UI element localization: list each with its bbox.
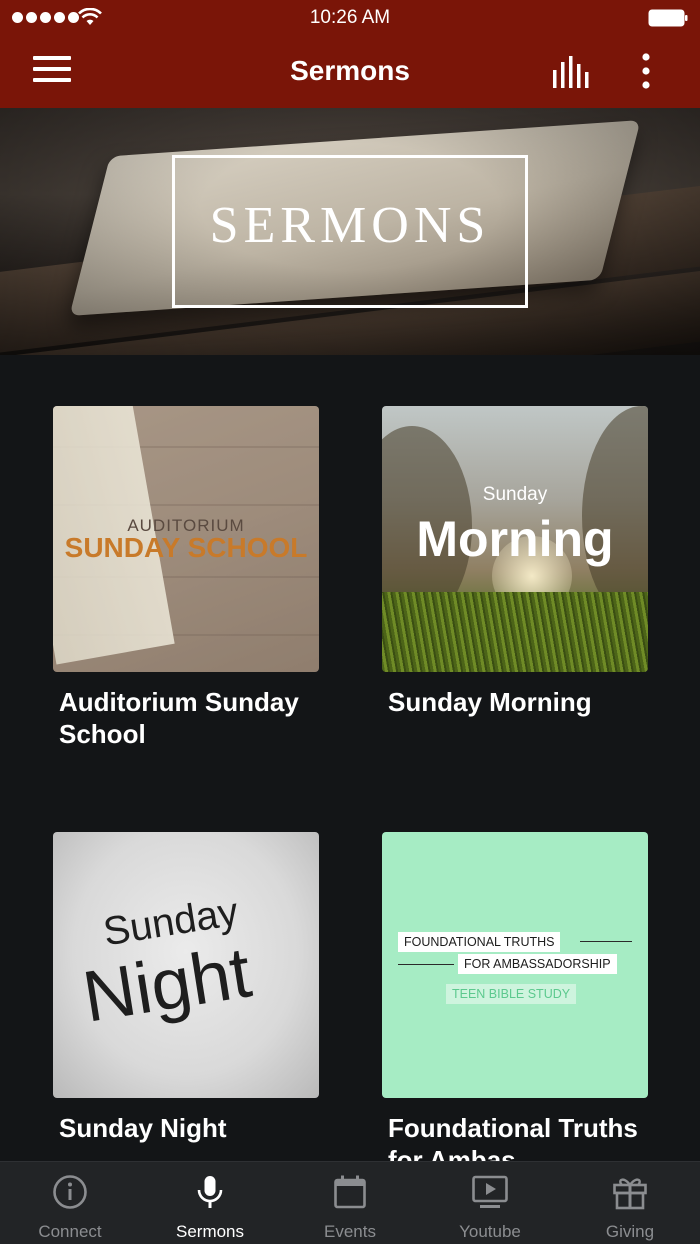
hero-title-frame: SERMONS <box>172 155 528 308</box>
sermon-series-card[interactable]: Sunday Morning Sunday Morning <box>382 406 648 718</box>
more-vertical-icon[interactable] <box>636 52 656 92</box>
gift-icon <box>613 1178 647 1210</box>
video-play-icon <box>472 1175 508 1208</box>
artwork-text: SUNDAY SCHOOL <box>64 532 308 563</box>
microphone-icon <box>197 1176 223 1208</box>
hero-banner: SERMONS <box>0 108 700 355</box>
artwork-text: TEEN BIBLE STUDY <box>446 984 577 1004</box>
sermon-series-card[interactable]: Sunday Night Sunday Night <box>53 832 319 1144</box>
tab-youtube[interactable]: Youtube <box>420 1162 560 1244</box>
tab-label: Events <box>324 1222 376 1241</box>
tab-events[interactable]: Events <box>280 1162 420 1244</box>
tab-label: Youtube <box>459 1222 521 1241</box>
top-bar: 10:26 AM Sermons <box>0 0 700 108</box>
artwork-text: Night <box>77 932 257 1038</box>
tab-label: Giving <box>605 1222 655 1241</box>
tab-label: Connect <box>38 1222 102 1241</box>
equalizer-icon[interactable] <box>552 56 594 88</box>
series-artwork[interactable]: Sunday Morning <box>382 406 648 672</box>
series-title[interactable]: Sunday Night <box>53 1112 319 1144</box>
series-artwork[interactable]: FOUNDATIONAL TRUTHS FOR AMBASSADORSHIP T… <box>382 832 648 1098</box>
status-time: 10:26 AM <box>309 7 391 28</box>
tab-connect[interactable]: Connect <box>0 1162 140 1244</box>
status-bar: 10:26 AM <box>0 0 700 36</box>
sermon-series-card[interactable]: FOUNDATIONAL TRUTHS FOR AMBASSADORSHIP T… <box>382 832 648 1176</box>
artwork-text: FOUNDATIONAL TRUTHS <box>398 932 561 952</box>
series-artwork[interactable]: Sunday Night <box>53 832 319 1098</box>
calendar-icon <box>334 1175 366 1209</box>
series-title[interactable]: Auditorium Sunday School <box>53 686 319 750</box>
tab-giving[interactable]: Giving <box>560 1162 700 1244</box>
artwork-text: Sunday <box>482 484 548 505</box>
tab-label: Sermons <box>175 1222 245 1241</box>
navigation-bar: Sermons <box>0 36 700 108</box>
series-title[interactable]: Sunday Morning <box>382 686 648 718</box>
artwork-text: FOR AMBASSADORSHIP <box>458 954 617 974</box>
series-artwork[interactable]: AUDITORIUM SUNDAY SCHOOL <box>53 406 319 672</box>
page-title: Sermons <box>290 55 410 86</box>
sermon-series-card[interactable]: AUDITORIUM SUNDAY SCHOOL Auditorium Sund… <box>53 406 319 750</box>
hero-title: SERMONS <box>209 197 491 254</box>
grass-image <box>382 592 648 672</box>
tab-bar: Connect Sermons Events Youtube Giving <box>0 1161 700 1244</box>
info-icon <box>53 1175 87 1209</box>
tab-sermons[interactable]: Sermons <box>140 1162 280 1244</box>
battery-icon <box>648 9 688 27</box>
artwork-text: Morning <box>416 511 614 567</box>
